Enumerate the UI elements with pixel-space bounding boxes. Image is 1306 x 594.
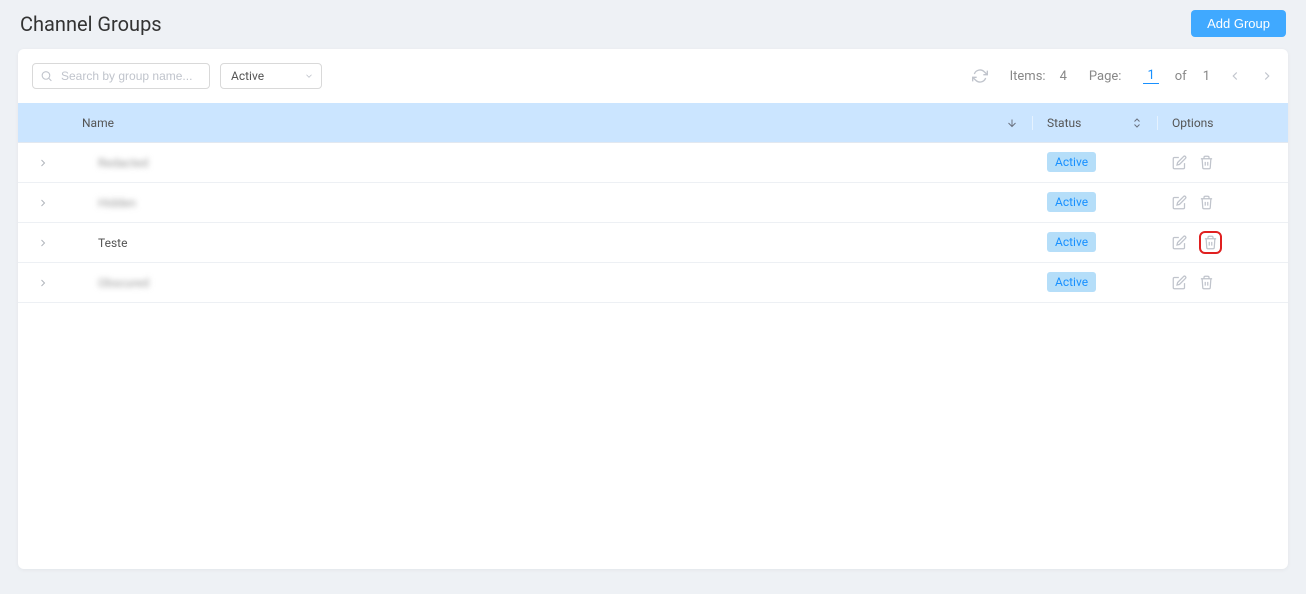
delete-icon[interactable] (1199, 231, 1222, 254)
column-name[interactable]: Name (82, 116, 114, 130)
toolbar: Active Items: 4 Page: 1 of 1 (18, 49, 1288, 103)
delete-icon[interactable] (1199, 155, 1214, 170)
items-count: 4 (1060, 69, 1067, 84)
edit-icon[interactable] (1172, 275, 1187, 290)
table: Name Status Options RedactedActiveHidden… (18, 103, 1288, 303)
expand-row-button[interactable] (18, 277, 68, 289)
chevron-right-icon (37, 277, 49, 289)
of-label: of (1175, 69, 1187, 84)
page-current-input[interactable]: 1 (1143, 68, 1158, 84)
sort-both-icon[interactable] (1131, 117, 1143, 129)
row-name: Redacted (68, 156, 1033, 170)
edit-icon[interactable] (1172, 155, 1187, 170)
delete-icon[interactable] (1199, 275, 1214, 290)
row-name: Hidden (68, 196, 1033, 210)
next-page-button[interactable] (1260, 69, 1274, 83)
add-group-button[interactable]: Add Group (1191, 10, 1286, 37)
content-card: Active Items: 4 Page: 1 of 1 (18, 49, 1288, 569)
chevron-right-icon (37, 237, 49, 249)
edit-icon[interactable] (1172, 195, 1187, 210)
table-row: Redacted Active (18, 143, 1288, 183)
delete-icon[interactable] (1199, 195, 1214, 210)
table-row: Obscured Active (18, 263, 1288, 303)
status-badge: Active (1047, 152, 1096, 172)
chevron-right-icon (37, 157, 49, 169)
refresh-icon[interactable] (972, 68, 988, 84)
column-status[interactable]: Status (1047, 116, 1081, 130)
table-header: Name Status Options (18, 103, 1288, 143)
expand-row-button[interactable] (18, 157, 68, 169)
expand-row-button[interactable] (18, 197, 68, 209)
search-input[interactable] (32, 63, 210, 89)
chevron-down-icon (304, 71, 314, 81)
edit-icon[interactable] (1172, 235, 1187, 250)
page-title: Channel Groups (20, 12, 162, 36)
items-label: Items: (1010, 69, 1046, 84)
row-name: Teste (68, 236, 1033, 250)
column-options: Options (1172, 116, 1214, 130)
page-label: Page: (1089, 69, 1122, 84)
status-badge: Active (1047, 232, 1096, 252)
expand-row-button[interactable] (18, 237, 68, 249)
chevron-right-icon (37, 197, 49, 209)
status-badge: Active (1047, 192, 1096, 212)
table-row: Hidden Active (18, 183, 1288, 223)
table-row: Teste Active (18, 223, 1288, 263)
status-badge: Active (1047, 272, 1096, 292)
page-total: 1 (1203, 69, 1210, 84)
search-icon (40, 70, 53, 83)
row-name: Obscured (68, 276, 1033, 290)
sort-desc-icon[interactable] (1006, 117, 1018, 129)
prev-page-button[interactable] (1228, 69, 1242, 83)
